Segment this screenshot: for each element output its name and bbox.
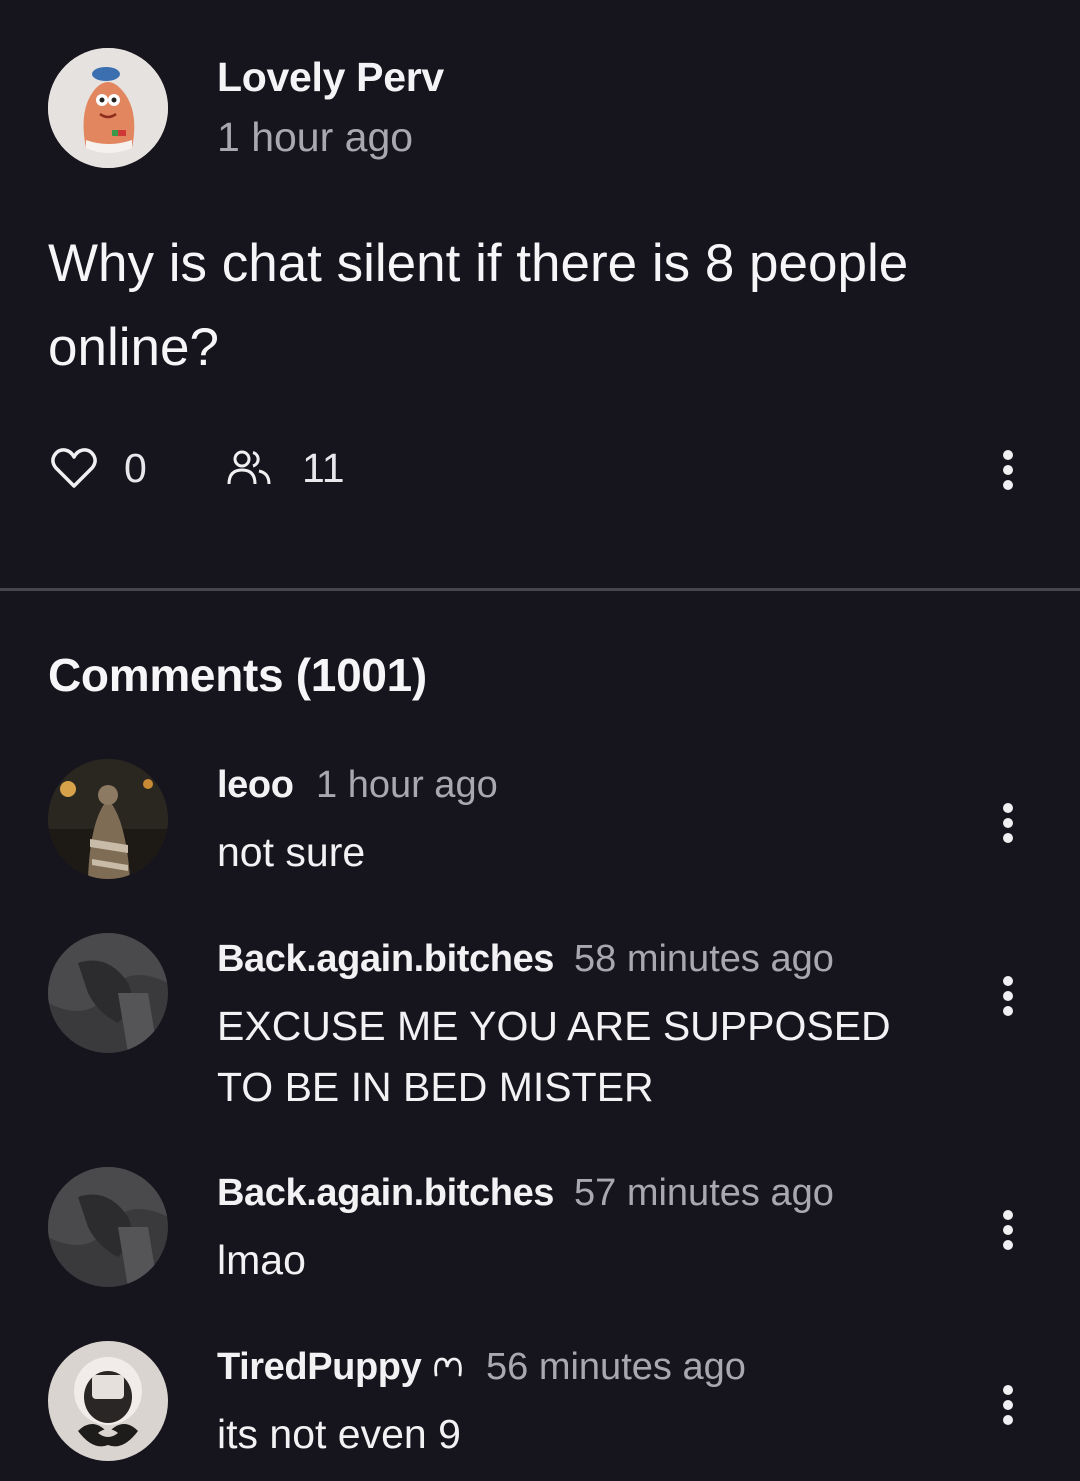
comment-more-options-button[interactable] <box>996 1208 1020 1252</box>
comment-author-name-text: TiredPuppy <box>217 1346 422 1388</box>
comment-more-options-button[interactable] <box>996 974 1020 1018</box>
participant-count: 11 <box>302 444 345 491</box>
participants-button[interactable]: 11 <box>226 444 345 492</box>
comment-author-name[interactable]: TiredPuppy <box>217 1346 467 1389</box>
section-divider <box>0 588 1080 591</box>
comment-text: lmao <box>217 1237 306 1283</box>
like-button[interactable]: 0 <box>50 444 147 492</box>
comment-author-name[interactable]: Back.again.bitches <box>217 1172 554 1215</box>
comment-author-name[interactable]: Back.again.bitches <box>217 938 554 981</box>
comment-timestamp: 57 minutes ago <box>574 1172 834 1214</box>
comment-more-options-button[interactable] <box>996 801 1020 845</box>
people-icon <box>227 450 271 485</box>
comment-author-avatar[interactable] <box>48 1167 168 1287</box>
post-author-name[interactable]: Lovely Perv <box>217 54 444 101</box>
like-count: 0 <box>124 444 147 491</box>
comment-timestamp: 58 minutes ago <box>574 938 834 980</box>
comment-timestamp: 56 minutes ago <box>486 1346 746 1388</box>
heart-outline-icon <box>51 448 97 488</box>
post-body-text: Why is chat silent if there is 8 people … <box>48 234 909 377</box>
comment-text: its not even 9 <box>217 1411 461 1457</box>
comment-author-avatar[interactable] <box>48 933 168 1053</box>
post-detail-screen: Lovely Perv 1 hour ago Why is chat silen… <box>0 0 1080 1481</box>
comment-author-name[interactable]: leoo <box>217 764 294 807</box>
crown-outline-icon <box>434 1357 463 1376</box>
comment-more-options-button[interactable] <box>996 1383 1020 1427</box>
comment-author-avatar[interactable] <box>48 759 168 879</box>
comment-author-avatar[interactable] <box>48 1341 168 1461</box>
post-more-options-button[interactable] <box>996 448 1020 492</box>
post-timestamp: 1 hour ago <box>217 114 414 160</box>
comment-timestamp: 1 hour ago <box>316 764 498 806</box>
comment-text: not sure <box>217 829 366 875</box>
comment-text: EXCUSE ME YOU ARE SUPPOSED TO BE IN BED … <box>217 1003 891 1110</box>
post-author-avatar[interactable] <box>48 48 168 168</box>
comments-heading: Comments (1001) <box>48 649 427 701</box>
